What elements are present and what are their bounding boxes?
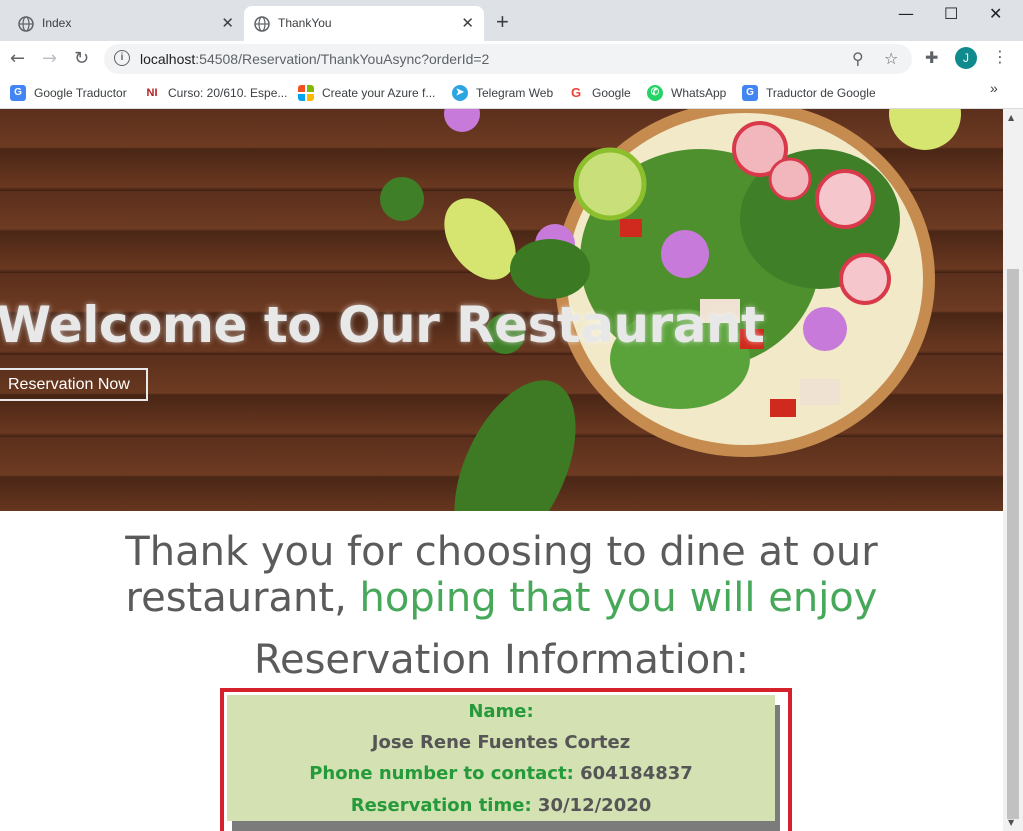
url-text[interactable]: localhost:54508/Reservation/ThankYouAsyn… [140,51,489,67]
whatsapp-icon: ✆ [647,85,663,101]
forward-icon[interactable]: → [42,48,57,69]
name-value: Jose Rene Fuentes Cortez [371,732,631,753]
browser-chrome: Index ✕ ThankYou ✕ + — ☐ ✕ ← → ↻ i local… [0,0,1023,109]
scrollbar-thumb[interactable] [1007,269,1019,819]
hero-title: Welcome to Our Restaurant [0,296,765,354]
toolbar: ← → ↻ i localhost:54508/Reservation/Than… [0,41,1023,77]
scroll-down-icon[interactable]: ▼ [1008,818,1014,827]
more-bookmarks-icon[interactable]: » [990,80,998,102]
phone-label: Phone number to contact: [309,763,574,784]
google-icon: G [568,85,584,101]
avatar[interactable]: J [955,47,977,69]
thank-you-highlight: hoping that you will enjoy [359,575,878,621]
reload-icon[interactable]: ↻ [74,48,89,69]
menu-icon[interactable]: ⋮ [992,47,1008,66]
new-tab-icon[interactable]: + [496,9,509,35]
tab-title: ThankYou [278,16,332,30]
globe-icon [18,16,34,32]
reservation-now-button[interactable]: Reservation Now [0,368,148,401]
microsoft-icon [298,85,314,101]
reservation-heading: Reservation Information: [253,637,750,683]
maximize-icon[interactable]: ☐ [944,4,958,23]
time-row: Reservation time: 30/12/2020 [227,795,775,816]
page-scrollbar[interactable]: ▲ ▼ [1003,109,1023,831]
zoom-icon[interactable]: ⚲ [852,49,864,68]
thank-you-plain-text: restaurant, [125,575,360,621]
thank-you-message: Thank you for choosing to dine at our re… [0,529,1003,621]
thank-you-line-1: Thank you for choosing to dine at our [125,529,878,575]
phone-row: Phone number to contact: 604184837 [227,763,775,784]
close-tab-icon[interactable]: ✕ [461,14,474,32]
tab-strip: Index ✕ ThankYou ✕ + — ☐ ✕ [0,0,1023,41]
ni-icon: NI [144,85,160,101]
globe-icon [254,16,270,32]
site-info-icon[interactable]: i [114,50,130,66]
thank-you-line-2: restaurant, hoping that you will enjoy [0,575,1003,621]
time-value: 30/12/2020 [537,795,652,816]
google-translate-icon: G [742,85,758,101]
back-icon[interactable]: ← [10,48,25,69]
hero-banner: Welcome to Our Restaurant Reservation No… [0,109,1003,511]
minimize-icon[interactable]: — [898,4,914,23]
bookmarks-bar: G Google Traductor NI Curso: 20/610. Esp… [0,77,1023,109]
tab-title: Index [42,16,72,30]
close-tab-icon[interactable]: ✕ [221,14,234,32]
close-window-icon[interactable]: ✕ [989,4,1002,23]
tab-index[interactable]: Index ✕ [8,6,244,41]
scroll-up-icon[interactable]: ▲ [1008,113,1014,122]
bookmark-star-icon[interactable]: ☆ [884,49,898,68]
extensions-icon[interactable]: ✚ [925,48,938,67]
phone-value: 604184837 [580,763,693,784]
page-viewport: Welcome to Our Restaurant Reservation No… [0,109,1003,831]
time-label: Reservation time: [350,795,532,816]
reservation-card: Name: Jose Rene Fuentes Cortez Phone num… [227,695,775,821]
google-translate-icon: G [10,85,26,101]
telegram-icon: ➤ [452,85,468,101]
address-bar[interactable]: i localhost:54508/Reservation/ThankYouAs… [104,44,912,74]
tab-thankyou[interactable]: ThankYou ✕ [244,6,484,41]
name-label: Name: [468,701,534,722]
